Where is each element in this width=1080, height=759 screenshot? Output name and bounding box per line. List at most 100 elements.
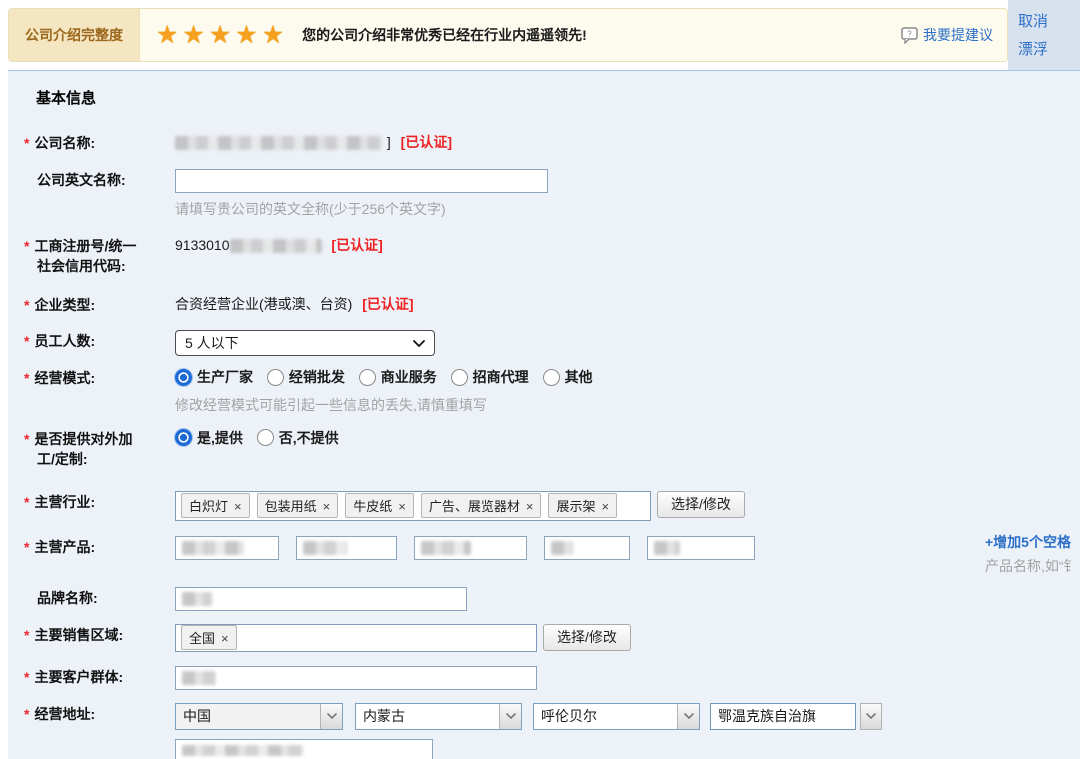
floating-controls: 取消 漂浮 xyxy=(1008,0,1080,70)
company-name-en-row: 公司英文名称: 请填写贵公司的英文全称(少于256个英文字) xyxy=(20,167,1080,219)
radio-icon xyxy=(359,369,376,386)
radio-icon xyxy=(543,369,560,386)
remove-tag-icon[interactable]: × xyxy=(601,499,609,514)
completeness-banner: 公司介绍完整度 ★★★★★ 您的公司介绍非常优秀已经在行业内遥遥领先! ? 我要… xyxy=(8,8,1008,62)
brand-name-input[interactable] xyxy=(175,587,467,611)
star-icon: ★ xyxy=(209,21,235,49)
chevron-down-icon xyxy=(499,704,521,729)
employee-count-label: *员工人数: xyxy=(20,328,175,351)
cancel-link[interactable]: 取消 xyxy=(1018,10,1080,31)
redacted-brand xyxy=(182,592,212,606)
product-input-1[interactable] xyxy=(175,536,279,560)
star-rating: ★★★★★ xyxy=(156,20,288,50)
remove-tag-icon[interactable]: × xyxy=(323,499,331,514)
business-model-radio-group: 生产厂家 经销批发 商业服务 招商代理 其他 xyxy=(175,367,1080,389)
company-name-label: *公司名称: xyxy=(20,130,175,153)
industry-tag: 广告、展览器材× xyxy=(421,493,542,518)
business-model-hint: 修改经营模式可能引起一些信息的丢失,请慎重填写 xyxy=(175,395,1080,415)
radio-selected-icon xyxy=(175,429,192,446)
reg-number-row: *工商注册号/统一社会信用代码: 9133010 [已认证] xyxy=(20,233,1080,276)
business-model-row: *经营模式: 生产厂家 经销批发 商业服务 招商代理 其他 修改经营模式可能引起… xyxy=(20,365,1080,415)
business-model-label: *经营模式: xyxy=(20,365,175,388)
redacted-product xyxy=(303,541,347,555)
main-products-row: *主营产品: +增加5个空格 产品名称,如“钅 xyxy=(20,534,1080,560)
radio-other[interactable]: 其他 xyxy=(543,367,593,387)
feedback-bubble-icon: ? xyxy=(901,27,919,44)
main-industry-row: *主营行业: 白炽灯× 包装用纸× 牛皮纸× 广告、展览器材× 展示架× 选择/… xyxy=(20,489,1080,521)
completeness-message: 您的公司介绍非常优秀已经在行业内遥遥领先! xyxy=(302,25,587,45)
company-type-label: *企业类型: xyxy=(20,292,175,315)
reg-number-value: 9133010 xyxy=(175,237,230,253)
verified-badge: [已认证] xyxy=(331,237,382,253)
district-select-arrow[interactable] xyxy=(860,703,882,730)
basic-info-panel: 基本信息 *公司名称: ] [已认证] 公司英文名称: 请填写贵公司的英文全称(… xyxy=(8,70,1080,759)
brand-name-row: 品牌名称: xyxy=(20,585,1080,611)
radio-producer[interactable]: 生产厂家 xyxy=(175,367,253,387)
section-title: 基本信息 xyxy=(36,87,1080,108)
region-tag: 全国× xyxy=(181,625,237,650)
address-row: *经营地址: 中国 内蒙古 呼伦贝尔 鄂温克族自治旗 xyxy=(20,701,1080,759)
redacted-reg-number xyxy=(230,239,322,253)
radio-icon xyxy=(451,369,468,386)
product-input-2[interactable] xyxy=(296,536,397,560)
industry-tag: 白炽灯× xyxy=(181,493,250,518)
remove-tag-icon[interactable]: × xyxy=(526,499,534,514)
province-select[interactable]: 内蒙古 xyxy=(355,703,522,730)
customer-group-input[interactable] xyxy=(175,666,537,690)
country-select[interactable]: 中国 xyxy=(175,703,343,730)
remove-tag-icon[interactable]: × xyxy=(234,499,242,514)
industry-tag: 牛皮纸× xyxy=(345,493,414,518)
brand-name-label: 品牌名称: xyxy=(20,585,175,608)
radio-outsourcing-yes[interactable]: 是,提供 xyxy=(175,428,243,448)
industry-select-button[interactable]: 选择/修改 xyxy=(657,491,745,518)
bracket-text: ] xyxy=(387,134,391,150)
product-input-4[interactable] xyxy=(544,536,630,560)
company-name-row: *公司名称: ] [已认证] xyxy=(20,130,1080,153)
product-input-5[interactable] xyxy=(647,536,755,560)
float-link[interactable]: 漂浮 xyxy=(1018,38,1080,59)
star-icon: ★ xyxy=(182,21,208,49)
remove-tag-icon[interactable]: × xyxy=(221,631,229,646)
employee-count-select[interactable]: 5 人以下 xyxy=(175,330,435,356)
completeness-label: 公司介绍完整度 xyxy=(9,9,140,61)
radio-outsourcing-no[interactable]: 否,不提供 xyxy=(257,428,339,448)
customer-group-label: *主要客户群体: xyxy=(20,664,175,687)
add-slots-link[interactable]: +增加5个空格 xyxy=(985,534,1071,550)
company-type-value: 合资经营企业(港或澳、台资) xyxy=(175,296,352,312)
redacted-product xyxy=(551,541,573,555)
verified-badge: [已认证] xyxy=(401,134,452,150)
radio-service[interactable]: 商业服务 xyxy=(359,367,437,387)
product-input-3[interactable] xyxy=(414,536,527,560)
radio-selected-icon xyxy=(175,369,192,386)
outsourcing-row: *是否提供对外加工/定制: 是,提供 否,不提供 xyxy=(20,426,1080,469)
address-label: *经营地址: xyxy=(20,701,175,724)
radio-icon xyxy=(257,429,274,446)
redacted-product xyxy=(654,541,680,555)
industry-tag-box[interactable]: 白炽灯× 包装用纸× 牛皮纸× 广告、展览器材× 展示架× xyxy=(175,491,651,521)
company-name-en-hint: 请填写贵公司的英文全称(少于256个英文字) xyxy=(175,199,1080,219)
chevron-down-icon xyxy=(413,340,425,347)
customer-group-row: *主要客户群体: xyxy=(20,664,1080,690)
redacted-product xyxy=(182,541,244,555)
star-icon: ★ xyxy=(156,21,182,49)
main-industry-label: *主营行业: xyxy=(20,489,175,512)
radio-distributor[interactable]: 经销批发 xyxy=(267,367,345,387)
product-name-hint: 产品名称,如“钅 xyxy=(985,556,1078,576)
redacted-product xyxy=(421,541,471,555)
radio-icon xyxy=(267,369,284,386)
remove-tag-icon[interactable]: × xyxy=(398,499,406,514)
district-select[interactable]: 鄂温克族自治旗 xyxy=(710,703,856,730)
outsourcing-label: *是否提供对外加工/定制: xyxy=(20,426,175,469)
chevron-down-icon xyxy=(320,704,342,729)
chevron-down-icon xyxy=(677,704,699,729)
redacted-company-name xyxy=(175,136,383,150)
radio-agent[interactable]: 招商代理 xyxy=(451,367,529,387)
company-name-en-input[interactable] xyxy=(175,169,548,193)
svg-text:?: ? xyxy=(907,29,912,38)
region-select-button[interactable]: 选择/修改 xyxy=(543,624,631,651)
suggest-link[interactable]: ? 我要提建议 xyxy=(901,25,993,45)
street-address-input[interactable] xyxy=(175,739,433,759)
region-tag-box[interactable]: 全国× xyxy=(175,624,537,652)
city-select[interactable]: 呼伦贝尔 xyxy=(533,703,700,730)
industry-tag: 包装用纸× xyxy=(257,493,339,518)
